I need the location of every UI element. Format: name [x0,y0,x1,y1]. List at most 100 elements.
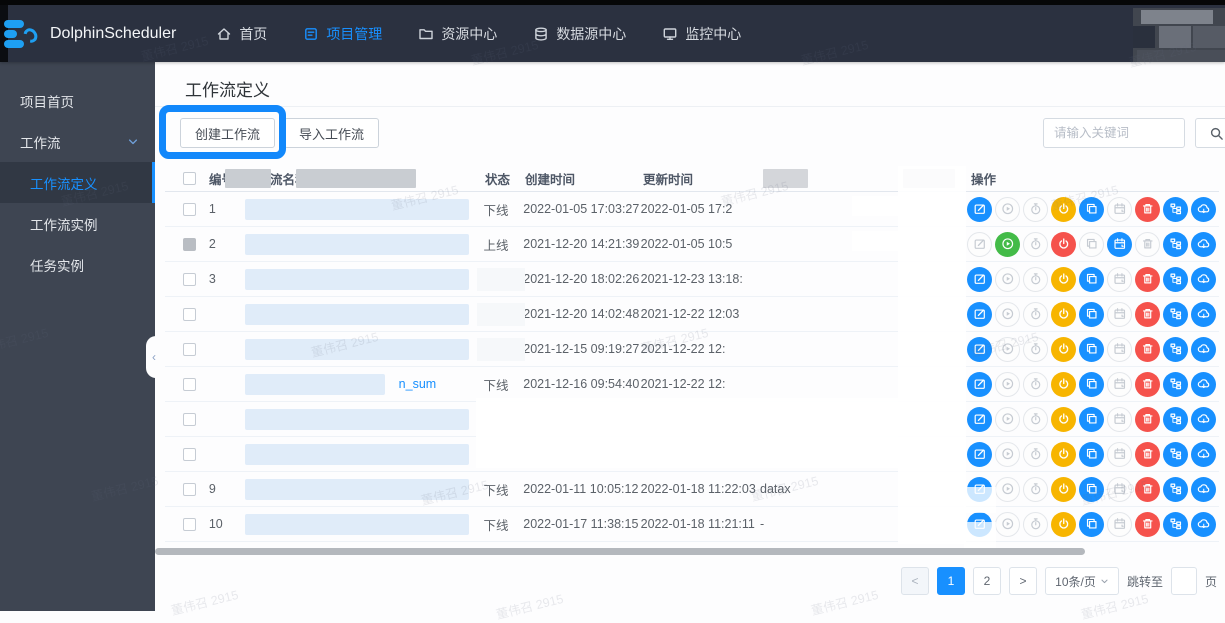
edit-button[interactable] [967,232,992,257]
export-button[interactable] [1191,512,1216,537]
run-button[interactable] [995,372,1020,397]
tree-view-button[interactable] [1163,407,1188,432]
search-button[interactable] [1195,118,1225,148]
delete-button[interactable] [1135,407,1160,432]
export-button[interactable] [1191,477,1216,502]
export-button[interactable] [1191,442,1216,467]
delete-button[interactable] [1135,372,1160,397]
sidebar-collapse-handle[interactable]: ‹ [146,336,162,378]
row-checkbox[interactable] [183,343,196,356]
nav-item-datasource[interactable]: 数据源中心 [533,24,626,44]
row-checkbox[interactable] [183,448,196,461]
delete-button[interactable] [1135,442,1160,467]
delete-button[interactable] [1135,477,1160,502]
horizontal-scrollbar[interactable] [155,548,1085,555]
row-checkbox[interactable] [183,308,196,321]
workflow-name-link[interactable]: n_sum [399,377,437,391]
jump-page-input[interactable] [1171,567,1197,595]
cron-manage-button[interactable] [1107,337,1132,362]
row-checkbox[interactable] [183,483,196,496]
tree-view-button[interactable] [1163,232,1188,257]
cron-manage-button[interactable] [1107,232,1132,257]
timer-button[interactable] [1023,442,1048,467]
copy-button[interactable] [1079,232,1104,257]
edit-button[interactable] [967,337,992,362]
run-button[interactable] [995,337,1020,362]
copy-button[interactable] [1079,477,1104,502]
run-button[interactable] [995,512,1020,537]
online-toggle-button[interactable] [1051,442,1076,467]
sidebar-item-task-instance[interactable]: 任务实例 [0,244,155,285]
delete-button[interactable] [1135,232,1160,257]
edit-button[interactable] [967,407,992,432]
export-button[interactable] [1191,372,1216,397]
edit-button[interactable] [967,302,992,327]
cron-manage-button[interactable] [1107,267,1132,292]
online-toggle-button[interactable] [1051,512,1076,537]
run-button[interactable] [995,232,1020,257]
user-menu-redacted[interactable] [1133,8,1225,62]
run-button[interactable] [995,442,1020,467]
timer-button[interactable] [1023,267,1048,292]
export-button[interactable] [1191,197,1216,222]
cron-manage-button[interactable] [1107,372,1132,397]
nav-item-resource[interactable]: 资源中心 [418,24,497,44]
export-button[interactable] [1191,302,1216,327]
sidebar-item-workflow-instance[interactable]: 工作流实例 [0,203,155,244]
timer-button[interactable] [1023,407,1048,432]
pagination-next-button[interactable]: > [1009,567,1037,595]
copy-button[interactable] [1079,197,1104,222]
export-button[interactable] [1191,232,1216,257]
copy-button[interactable] [1079,442,1104,467]
delete-button[interactable] [1135,267,1160,292]
row-checkbox[interactable] [183,203,196,216]
timer-button[interactable] [1023,512,1048,537]
cron-manage-button[interactable] [1107,302,1132,327]
sidebar-item-workflow-definition[interactable]: 工作流定义 [0,162,155,203]
cron-manage-button[interactable] [1107,477,1132,502]
delete-button[interactable] [1135,512,1160,537]
copy-button[interactable] [1079,512,1104,537]
nav-item-monitor[interactable]: 监控中心 [662,24,741,44]
tree-view-button[interactable] [1163,302,1188,327]
pagination-page-1[interactable]: 1 [937,567,965,595]
tree-view-button[interactable] [1163,372,1188,397]
timer-button[interactable] [1023,372,1048,397]
import-workflow-button[interactable]: 导入工作流 [284,118,379,148]
pagination-prev-button[interactable]: < [901,567,929,595]
run-button[interactable] [995,267,1020,292]
timer-button[interactable] [1023,232,1048,257]
search-input[interactable] [1043,118,1185,148]
tree-view-button[interactable] [1163,267,1188,292]
cron-manage-button[interactable] [1107,197,1132,222]
edit-button[interactable] [967,267,992,292]
online-toggle-button[interactable] [1051,302,1076,327]
row-checkbox[interactable] [183,273,196,286]
nav-item-project[interactable]: 项目管理 [303,24,382,44]
edit-button[interactable] [967,197,992,222]
timer-button[interactable] [1023,337,1048,362]
run-button[interactable] [995,407,1020,432]
create-workflow-button[interactable]: 创建工作流 [180,118,275,148]
tree-view-button[interactable] [1163,197,1188,222]
pagination-page-2[interactable]: 2 [973,567,1001,595]
online-toggle-button[interactable] [1051,407,1076,432]
page-size-select[interactable]: 10条/页 [1045,567,1119,595]
run-button[interactable] [995,197,1020,222]
row-checkbox[interactable] [183,238,196,251]
tree-view-button[interactable] [1163,337,1188,362]
run-button[interactable] [995,477,1020,502]
timer-button[interactable] [1023,302,1048,327]
online-toggle-button[interactable] [1051,232,1076,257]
tree-view-button[interactable] [1163,512,1188,537]
row-checkbox[interactable] [183,378,196,391]
run-button[interactable] [995,302,1020,327]
copy-button[interactable] [1079,372,1104,397]
edit-button[interactable] [967,372,992,397]
online-toggle-button[interactable] [1051,477,1076,502]
copy-button[interactable] [1079,267,1104,292]
select-all-checkbox[interactable] [183,172,196,185]
timer-button[interactable] [1023,197,1048,222]
sidebar-item-workflow[interactable]: 工作流 [0,121,155,162]
copy-button[interactable] [1079,337,1104,362]
